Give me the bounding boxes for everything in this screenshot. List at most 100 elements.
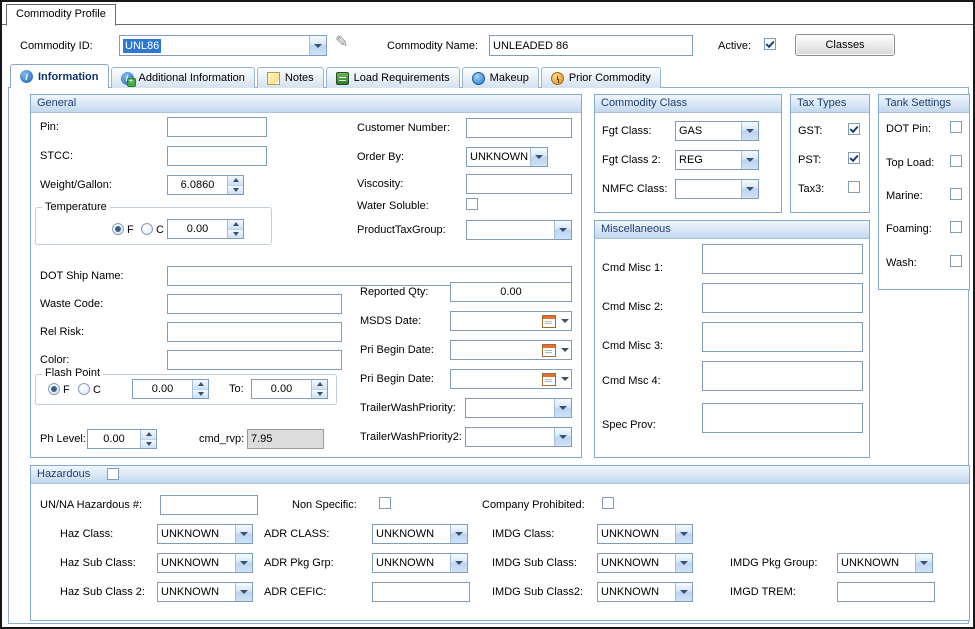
temperature-spinner[interactable]: 0.00 — [167, 219, 244, 239]
flash-point-c-label[interactable]: C — [93, 384, 101, 396]
adr-pkg-grp-select[interactable]: UNKNOWN — [372, 553, 468, 573]
spin-down-icon[interactable] — [228, 186, 243, 195]
pri-begin-date2-picker[interactable] — [450, 369, 572, 389]
chevron-down-icon[interactable] — [235, 554, 252, 572]
haz-sub-class2-select[interactable]: UNKNOWN — [157, 582, 253, 602]
waste-code-input[interactable] — [167, 294, 342, 314]
spin-down-icon[interactable] — [141, 440, 156, 449]
chevron-down-icon[interactable] — [554, 428, 571, 446]
foaming-checkbox[interactable] — [950, 221, 962, 233]
chevron-down-icon[interactable] — [675, 583, 692, 601]
pin-input[interactable] — [167, 117, 267, 137]
spin-up-icon[interactable] — [228, 220, 243, 230]
pri-begin-date-picker[interactable] — [450, 340, 572, 360]
stcc-input[interactable] — [167, 146, 267, 166]
commodity-id-select[interactable]: UNL86 — [119, 35, 327, 56]
chevron-down-icon[interactable] — [554, 221, 571, 239]
tab-makeup[interactable]: Makeup — [462, 67, 539, 88]
chevron-down-icon[interactable] — [741, 151, 758, 169]
imdg-class-select[interactable]: UNKNOWN — [597, 524, 693, 544]
tax3-checkbox[interactable] — [848, 181, 860, 193]
flash-point-spinner[interactable]: 0.00 — [132, 379, 209, 399]
chevron-down-icon[interactable] — [450, 554, 467, 572]
adr-class-select[interactable]: UNKNOWN — [372, 524, 468, 544]
chevron-down-icon[interactable] — [675, 525, 692, 543]
calendar-icon[interactable] — [540, 312, 558, 330]
wash-checkbox[interactable] — [950, 255, 962, 267]
temperature-f-label[interactable]: F — [127, 224, 134, 236]
spin-up-icon[interactable] — [193, 380, 208, 390]
haz-class-select[interactable]: UNKNOWN — [157, 524, 253, 544]
temperature-c-label[interactable]: C — [156, 224, 164, 236]
flash-point-f-radio[interactable] — [48, 383, 60, 395]
chevron-down-icon[interactable] — [235, 583, 252, 601]
imdg-sub-class2-select[interactable]: UNKNOWN — [597, 582, 693, 602]
top-load-checkbox[interactable] — [950, 155, 962, 167]
tab-commodity-profile[interactable]: Commodity Profile — [6, 4, 116, 26]
chevron-down-icon[interactable] — [675, 554, 692, 572]
temperature-c-radio[interactable] — [141, 223, 153, 235]
spec-prov-input[interactable] — [702, 403, 863, 433]
tab-load-requirements[interactable]: Load Requirements — [326, 67, 460, 88]
viscosity-input[interactable] — [466, 174, 572, 194]
customer-number-input[interactable] — [466, 118, 572, 138]
chevron-down-icon[interactable] — [915, 554, 932, 572]
tab-notes[interactable]: Notes — [257, 67, 324, 88]
fgt-class2-select[interactable]: REG — [675, 150, 759, 170]
company-prohibited-checkbox[interactable] — [602, 497, 614, 509]
cmd-misc3-input[interactable] — [702, 322, 863, 352]
non-specific-checkbox[interactable] — [379, 497, 391, 509]
chevron-down-icon[interactable] — [558, 312, 571, 330]
cmd-misc1-input[interactable] — [702, 244, 863, 274]
trailer-wash-priority2-select[interactable] — [465, 427, 572, 447]
chevron-down-icon[interactable] — [741, 180, 758, 198]
haz-sub-class-select[interactable]: UNKNOWN — [157, 553, 253, 573]
chevron-down-icon[interactable] — [558, 370, 571, 388]
calendar-icon[interactable] — [540, 341, 558, 359]
imdg-pkg-group-select[interactable]: UNKNOWN — [837, 553, 933, 573]
water-soluble-checkbox[interactable] — [466, 198, 478, 210]
spin-down-icon[interactable] — [193, 390, 208, 399]
tab-information[interactable]: Information — [10, 64, 109, 88]
chevron-down-icon[interactable] — [235, 525, 252, 543]
flash-point-f-label[interactable]: F — [63, 384, 70, 396]
order-by-select[interactable]: UNKNOWN — [466, 147, 548, 167]
active-checkbox[interactable] — [764, 38, 776, 50]
calendar-icon[interactable] — [540, 370, 558, 388]
cmd-msc4-input[interactable] — [702, 361, 863, 391]
spin-up-icon[interactable] — [228, 176, 243, 186]
dot-pin-checkbox[interactable] — [950, 121, 962, 133]
rel-risk-input[interactable] — [167, 322, 342, 342]
spin-up-icon[interactable] — [141, 430, 156, 440]
product-tax-group-select[interactable] — [466, 220, 572, 240]
reported-qty-input[interactable] — [450, 282, 572, 302]
tab-additional-information[interactable]: Additional Information — [111, 67, 255, 88]
spin-down-icon[interactable] — [228, 230, 243, 239]
chevron-down-icon[interactable] — [530, 148, 547, 166]
hazardous-checkbox[interactable] — [107, 468, 119, 480]
chevron-down-icon[interactable] — [309, 36, 326, 55]
classes-button[interactable]: Classes — [795, 34, 895, 56]
chevron-down-icon[interactable] — [554, 399, 571, 417]
tab-prior-commodity[interactable]: Prior Commodity — [541, 67, 661, 88]
commodity-name-input[interactable] — [489, 35, 693, 56]
spin-down-icon[interactable] — [312, 390, 327, 399]
pst-checkbox[interactable] — [848, 152, 860, 164]
chevron-down-icon[interactable] — [741, 122, 758, 140]
fgt-class-select[interactable]: GAS — [675, 121, 759, 141]
msds-date-picker[interactable] — [450, 311, 572, 331]
ph-level-spinner[interactable]: 0.00 — [87, 429, 157, 449]
gst-checkbox[interactable] — [848, 123, 860, 135]
marine-checkbox[interactable] — [950, 188, 962, 200]
edit-pencil-icon[interactable]: ✎ — [335, 35, 348, 51]
chevron-down-icon[interactable] — [558, 341, 571, 359]
flash-point-c-radio[interactable] — [78, 383, 90, 395]
un-na-hazardous-input[interactable] — [160, 495, 258, 515]
spin-up-icon[interactable] — [312, 380, 327, 390]
nmfc-class-select[interactable] — [675, 179, 759, 199]
temperature-f-radio[interactable] — [112, 223, 124, 235]
cmd-misc2-input[interactable] — [702, 283, 863, 313]
imgd-trem-input[interactable] — [837, 582, 935, 602]
chevron-down-icon[interactable] — [450, 525, 467, 543]
weight-gallon-spinner[interactable]: 6.0860 — [167, 175, 244, 195]
